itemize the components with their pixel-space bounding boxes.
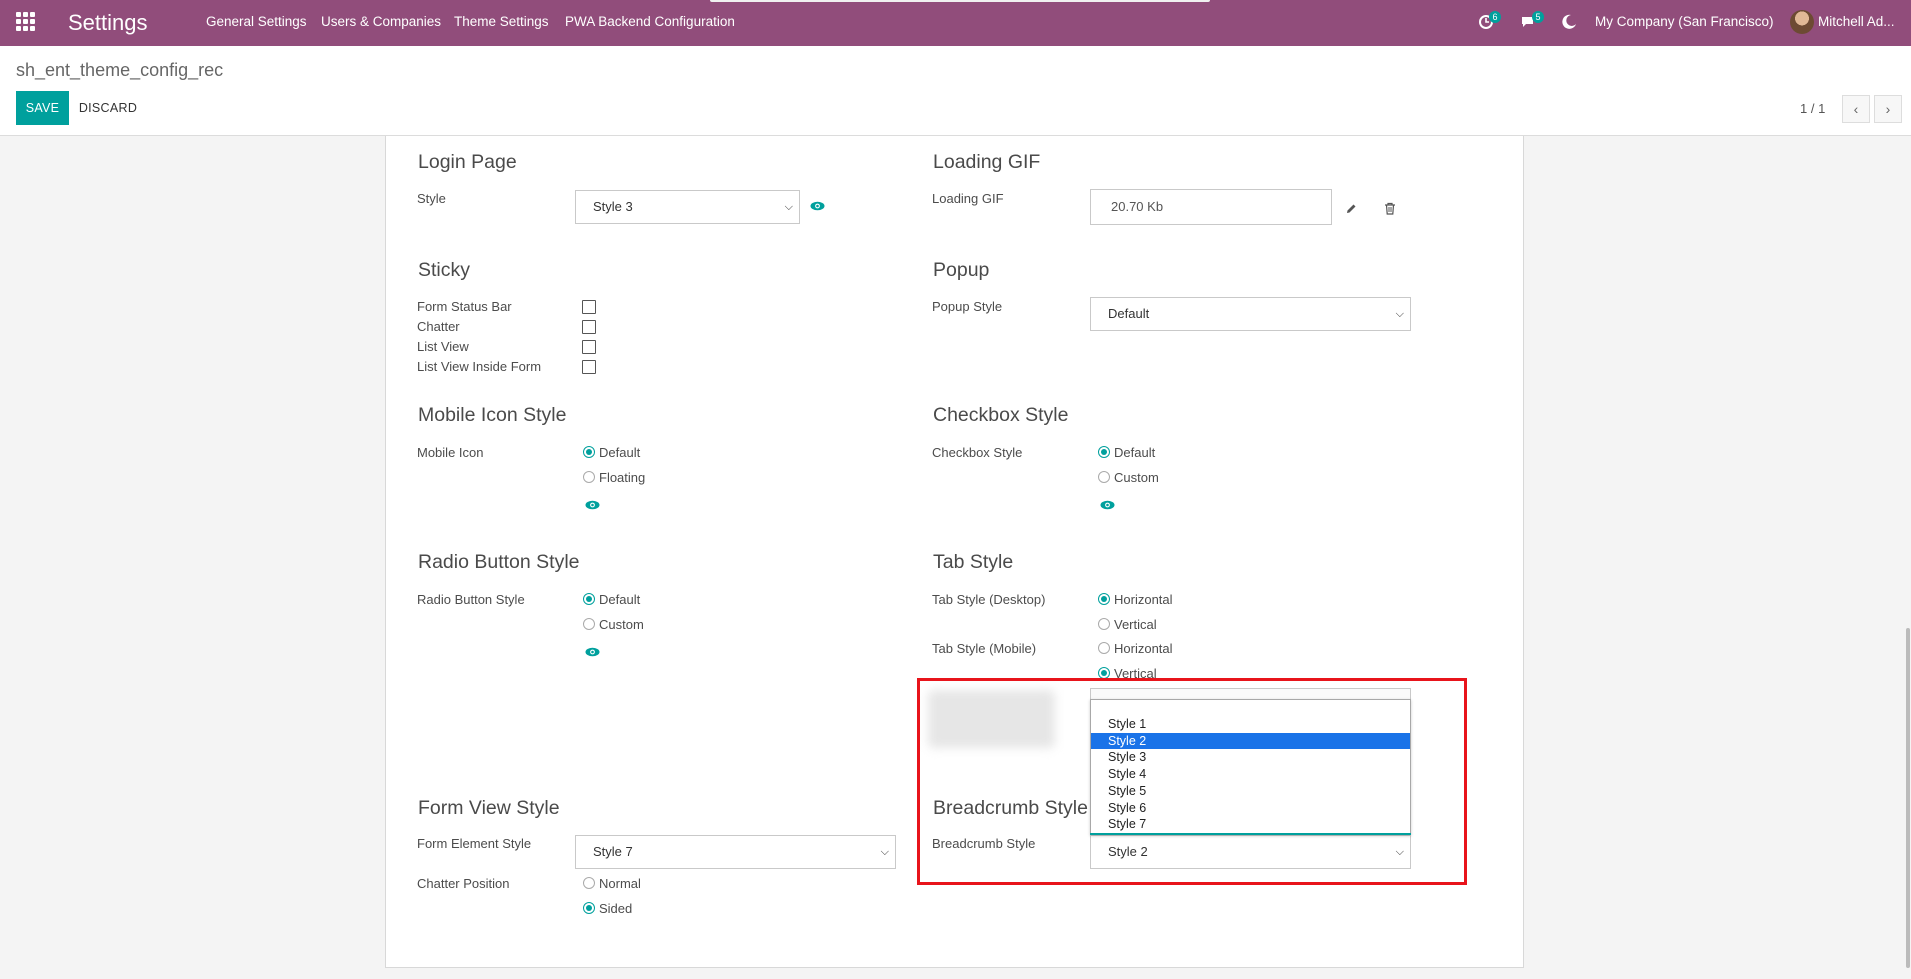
mobile-icon-floating-radio[interactable] [583,471,595,483]
login-style-label: Style [417,191,446,206]
mobile-icon-default-option: Default [599,445,641,460]
login-style-value: Style 3 [593,199,633,214]
eye-icon[interactable] [585,647,600,657]
edit-pencil-icon[interactable] [1345,202,1358,218]
radio-style-custom-radio[interactable] [583,618,595,630]
sticky-form-status-bar-checkbox[interactable] [582,300,596,314]
pager-value: 1 / 1 [1800,101,1826,116]
loading-gif-heading: Loading GIF [933,151,1041,173]
menu-theme-settings[interactable]: Theme Settings [454,14,549,29]
chevron-down-icon: ⌵ [784,201,793,213]
tab-style-desktop-label: Tab Style (Desktop) [932,592,1046,607]
popup-heading: Popup [933,259,990,281]
checkbox-style-label: Checkbox Style [932,445,1023,460]
pager-next-button[interactable]: › [1874,95,1902,123]
tab-desktop-vertical-option: Vertical [1114,617,1157,632]
mobile-icon-default-radio[interactable] [583,446,595,458]
sticky-list-view-inside-form-checkbox[interactable] [582,360,596,374]
chevron-down-icon: ⌵ [1395,308,1404,320]
mobile-icon-floating-option: Floating [599,470,646,485]
tab-desktop-horizontal-radio[interactable] [1098,593,1110,605]
tab-style-mobile-label: Tab Style (Mobile) [932,641,1037,656]
popup-style-select[interactable]: Default ⌵ [1090,297,1411,331]
radio-style-default-radio[interactable] [583,593,595,605]
loading-gif-file-field[interactable]: 20.70 Kb [1090,189,1332,225]
apps-menu-icon[interactable] [16,12,36,32]
sticky-heading: Sticky [418,259,471,281]
sticky-list-view-inside-form-label: List View Inside Form [417,359,542,374]
eye-icon[interactable] [585,500,600,510]
sticky-list-view-label: List View [417,339,469,354]
loading-gif-label: Loading GIF [932,191,1004,206]
checkbox-style-default-option: Default [1114,445,1156,460]
top-navbar: Settings General Settings Users & Compan… [0,0,1911,46]
tab-mobile-horizontal-option: Horizontal [1114,641,1173,656]
mobile-icon-label: Mobile Icon [417,445,484,460]
form-view-style-heading: Form View Style [418,797,560,819]
popup-style-value: Default [1108,306,1150,321]
chatter-sided-option: Sided [599,901,633,916]
control-panel: sh_ent_theme_config_rec SAVE DISCARD 1 /… [0,46,1911,136]
form-element-style-value: Style 7 [593,844,633,859]
discard-button[interactable]: DISCARD [70,91,146,125]
chatter-normal-option: Normal [599,876,641,891]
save-button[interactable]: SAVE [16,91,69,125]
checkbox-style-default-radio[interactable] [1098,446,1110,458]
company-switcher[interactable]: My Company (San Francisco) [1595,14,1774,29]
user-avatar[interactable] [1790,10,1814,34]
checkbox-style-heading: Checkbox Style [933,404,1069,426]
menu-general-settings[interactable]: General Settings [206,14,307,29]
messages-badge: 5 [1532,11,1544,23]
checkbox-style-custom-option: Custom [1114,470,1159,485]
user-menu[interactable]: Mitchell Ad... [1818,14,1895,29]
tab-desktop-vertical-radio[interactable] [1098,618,1110,630]
sticky-chatter-label: Chatter [417,319,460,334]
eye-icon[interactable] [810,201,825,211]
dark-mode-moon-icon[interactable] [1560,13,1580,33]
chatter-position-label: Chatter Position [417,876,510,891]
app-brand[interactable]: Settings [68,10,148,36]
eye-icon[interactable] [1100,500,1115,510]
menu-pwa-backend-configuration[interactable]: PWA Backend Configuration [565,14,735,29]
chatter-normal-radio[interactable] [583,877,595,889]
page-scrollbar[interactable] [1906,628,1910,968]
pager-previous-button[interactable]: ‹ [1842,95,1870,123]
mobile-icon-style-heading: Mobile Icon Style [418,404,567,426]
radio-style-default-option: Default [599,592,641,607]
form-element-style-select[interactable]: Style 7 ⌵ [575,835,896,869]
chatter-sided-radio[interactable] [583,902,595,914]
breadcrumb-record-title: sh_ent_theme_config_rec [16,60,224,80]
trash-icon[interactable] [1384,202,1396,218]
tab-mobile-horizontal-radio[interactable] [1098,642,1110,654]
tab-style-heading: Tab Style [933,551,1014,573]
checkbox-style-custom-radio[interactable] [1098,471,1110,483]
top-decoration [710,0,1210,2]
radio-style-custom-option: Custom [599,617,644,632]
radio-button-style-label: Radio Button Style [417,592,525,607]
login-page-heading: Login Page [418,151,517,173]
sticky-form-status-bar-label: Form Status Bar [417,299,512,314]
highlight-annotation-box [917,678,1467,885]
form-element-style-label: Form Element Style [417,836,532,851]
popup-style-label: Popup Style [932,299,1003,314]
sticky-chatter-checkbox[interactable] [582,320,596,334]
activity-badge: 6 [1489,11,1501,23]
login-style-select[interactable]: Style 3 ⌵ [575,190,800,224]
sticky-list-view-checkbox[interactable] [582,340,596,354]
radio-button-style-heading: Radio Button Style [418,551,580,573]
menu-users-companies[interactable]: Users & Companies [321,14,441,29]
chevron-down-icon: ⌵ [880,846,889,858]
tab-desktop-horizontal-option: Horizontal [1114,592,1173,607]
